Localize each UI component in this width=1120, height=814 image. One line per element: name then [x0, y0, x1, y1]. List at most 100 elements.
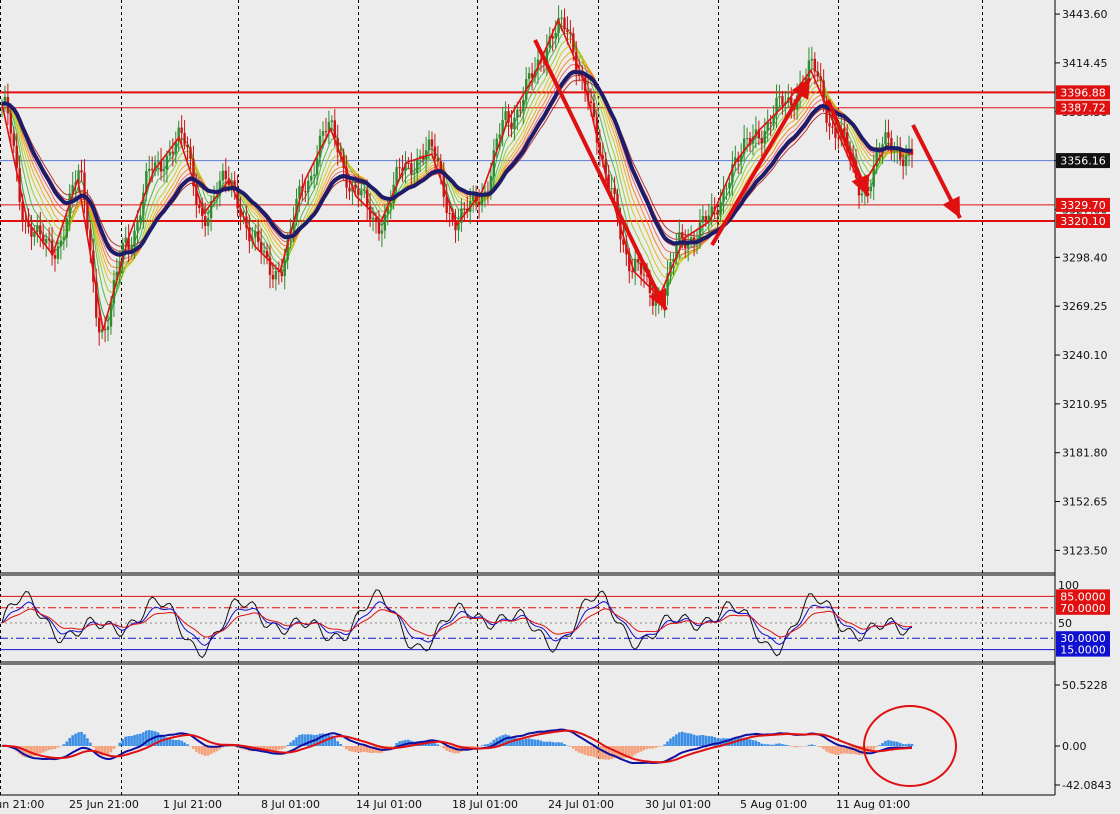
macd-bar — [890, 740, 893, 746]
candle-body — [869, 186, 872, 192]
macd-bar — [630, 746, 634, 757]
time-label: 5 Aug 01:00 — [740, 798, 807, 811]
candle-body — [527, 73, 531, 80]
candle-body — [893, 151, 896, 153]
macd-bar — [200, 746, 204, 755]
macd-bar — [680, 731, 684, 746]
macd-bar — [59, 746, 63, 747]
candle-body — [430, 139, 434, 147]
macd-bar — [133, 735, 136, 746]
macd-axis: 50.5228 0.00 -42.0843 — [1055, 679, 1111, 792]
candle-body — [44, 238, 48, 244]
candle-body — [310, 175, 313, 181]
time-axis: Jun 21:00 25 Jun 21:00 1 Jul 21:00 8 Jul 01… — [0, 798, 910, 811]
candle-body — [610, 188, 613, 190]
macd-bar — [474, 746, 478, 747]
candle-body — [86, 200, 89, 230]
macd-bar — [828, 746, 831, 754]
macd-bar — [180, 740, 183, 746]
stochastic-axis: 85.000070.000030.000015.000010050 — [1056, 579, 1110, 657]
macd-bar — [792, 746, 796, 748]
macd-bar — [563, 744, 566, 746]
price-level-label: 3329.70 — [1060, 199, 1106, 212]
macd-bar — [71, 735, 74, 746]
macd-bar — [395, 742, 398, 746]
macd-bar — [533, 739, 537, 746]
macd-bar — [560, 742, 563, 746]
candle-body — [810, 58, 814, 61]
macd-bar — [521, 739, 525, 746]
candle-body — [186, 144, 189, 148]
macd-bar — [177, 739, 180, 746]
macd-bar — [130, 735, 133, 746]
macd-bar — [139, 733, 142, 746]
candle-body — [551, 36, 554, 39]
macd-bar — [875, 746, 878, 748]
macd-bar — [834, 746, 837, 755]
candle-body — [843, 128, 846, 133]
macd-bar — [174, 740, 178, 746]
stoch-tick-label: 50 — [1058, 617, 1072, 630]
macd-bar — [68, 737, 72, 746]
macd-bar — [789, 746, 793, 747]
candle-body — [398, 167, 401, 169]
macd-bar — [80, 731, 83, 746]
macd-bar — [831, 746, 834, 754]
candle-body — [9, 113, 13, 134]
candle-body — [324, 131, 328, 133]
candle-body — [150, 168, 154, 170]
candle-body — [681, 232, 684, 239]
macd-bar — [695, 735, 699, 746]
candle-body — [59, 240, 63, 247]
macd-bar — [189, 746, 192, 747]
candle-body — [62, 237, 66, 241]
macd-bar — [784, 744, 787, 746]
candle-body — [522, 99, 525, 111]
macd-bar — [904, 744, 908, 746]
macd-bar — [339, 743, 342, 746]
candle-body — [613, 188, 616, 195]
candle-body — [760, 138, 764, 144]
macd-bar — [306, 734, 310, 746]
candle-body — [433, 146, 437, 159]
macd-bar — [657, 746, 661, 747]
macd-bar — [486, 743, 490, 746]
macd-bar — [62, 744, 66, 746]
candle-body — [315, 157, 319, 175]
macd-bar — [357, 746, 360, 753]
macd-bar — [825, 746, 828, 752]
candle-body — [265, 250, 269, 258]
macd-bar — [280, 746, 284, 750]
candle-body — [198, 204, 201, 208]
candle-body — [427, 139, 431, 151]
macd-bar — [589, 746, 593, 757]
price-tick-label: 3123.50 — [1062, 544, 1108, 557]
macd-bar — [186, 744, 189, 746]
macd-bar — [127, 736, 130, 746]
macd-bar — [901, 744, 905, 746]
macd-bar — [342, 746, 345, 747]
macd-bar — [38, 746, 42, 754]
macd-bar — [766, 744, 769, 746]
macd-bar — [554, 742, 557, 746]
candle-body — [204, 216, 207, 227]
ribbon-ma-line — [1, 32, 913, 306]
candle-body — [280, 272, 283, 277]
stochastic-panel — [0, 589, 1055, 659]
macd-bar — [636, 746, 640, 753]
candle-body — [516, 109, 519, 118]
candle-body — [566, 29, 569, 32]
macd-bar — [907, 743, 911, 746]
macd-bar — [669, 738, 672, 746]
stoch-level-label: 70.0000 — [1060, 602, 1106, 615]
macd-bar — [183, 742, 186, 746]
macd-bar — [633, 746, 637, 755]
macd-bar — [754, 740, 758, 746]
macd-bar — [47, 746, 51, 750]
candle-body — [333, 120, 336, 139]
macd-bar — [121, 739, 125, 746]
macd-bar — [704, 735, 708, 746]
stoch-level-label: 15.0000 — [1060, 644, 1106, 657]
macd-bar — [162, 736, 166, 746]
candle-body — [592, 103, 596, 118]
